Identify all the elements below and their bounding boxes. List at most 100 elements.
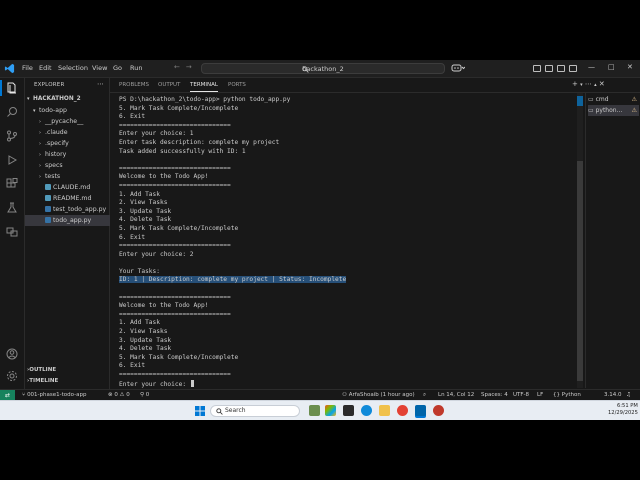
- terminal-line-text: ==============================: [119, 164, 231, 172]
- tree-item[interactable]: › .specify: [25, 138, 123, 149]
- tree-item-label: README.md: [53, 195, 92, 202]
- vscode-taskbar-icon[interactable]: [415, 405, 426, 416]
- terminal-line: 3. Update Task: [119, 208, 577, 217]
- app-icon[interactable]: [433, 405, 444, 416]
- menu-edit[interactable]: Edit: [39, 64, 52, 72]
- tree-item[interactable]: README.md: [25, 193, 123, 204]
- tree-item-label: .claude: [45, 129, 68, 136]
- task-view-icon[interactable]: [309, 405, 320, 416]
- copilot-app-icon[interactable]: [325, 405, 336, 416]
- explorer-icon[interactable]: [6, 82, 18, 94]
- close-button[interactable]: ✕: [627, 63, 633, 71]
- terminal-line: Welcome to the Todo App!: [119, 173, 577, 182]
- tree-item[interactable]: todo_app.py: [25, 215, 123, 226]
- blame-label: ArfaShoaib (1 hour ago): [348, 392, 415, 398]
- python-file-icon: [45, 206, 51, 212]
- account-icon[interactable]: [6, 348, 18, 360]
- dropdown-icon[interactable]: ▾: [580, 82, 583, 88]
- braces-icon: {}: [553, 392, 560, 398]
- markdown-file-icon: [45, 184, 51, 190]
- terminal-line-text: 5. Mark Task Complete/Incomplete: [119, 224, 239, 232]
- scrollbar-thumb[interactable]: [577, 161, 583, 381]
- terminal-line: ==============================: [119, 294, 577, 303]
- timeline-label: TIMELINE: [29, 378, 59, 384]
- tree-item[interactable]: › specs: [25, 160, 123, 171]
- terminal-line-text: 4. Delete Task: [119, 345, 172, 353]
- tree-item-label: todo-app: [39, 107, 67, 114]
- edge-icon[interactable]: [361, 405, 372, 416]
- tab-problems[interactable]: PROBLEMS: [119, 82, 149, 88]
- settings-gear-icon[interactable]: [6, 370, 18, 382]
- tree-item[interactable]: ▾ todo-app: [25, 105, 117, 116]
- menu-view[interactable]: View: [92, 64, 107, 72]
- menu-go[interactable]: Go: [113, 64, 122, 72]
- copilot-icon[interactable]: [451, 63, 465, 73]
- terminal-line: 5. Mark Task Complete/Incomplete: [119, 105, 577, 114]
- terminal-line: 5. Mark Task Complete/Incomplete: [119, 225, 577, 234]
- terminal-line: ==============================: [119, 182, 577, 191]
- maximize-button[interactable]: □: [608, 63, 615, 71]
- remote-explorer-icon[interactable]: [6, 226, 18, 238]
- terminal-line-text: ==============================: [119, 293, 231, 301]
- terminal-line: ==============================: [119, 122, 577, 131]
- extensions-icon[interactable]: [6, 178, 18, 190]
- outline-section[interactable]: ›OUTLINE: [25, 365, 111, 376]
- source-control-icon[interactable]: [6, 130, 18, 142]
- terminal-line-text: PS D:\hackathon_2\todo-app> python todo_…: [119, 96, 291, 103]
- more-actions-icon[interactable]: ⋯: [585, 80, 592, 88]
- terminal-line-text: 4. Delete Task: [119, 216, 172, 224]
- minimize-button[interactable]: —: [588, 63, 595, 71]
- terminal-output[interactable]: PS D:\hackathon_2\todo-app> python todo_…: [119, 96, 577, 388]
- workspace-root[interactable]: ▾ HACKATHON_2: [25, 94, 111, 105]
- tree-item[interactable]: CLAUDE.md: [25, 182, 123, 193]
- toggle-panel-icon[interactable]: [545, 65, 553, 72]
- back-arrow-icon[interactable]: ←: [174, 63, 186, 71]
- toggle-sidebar-icon[interactable]: [533, 65, 541, 72]
- terminal-item-python[interactable]: ▭ python... ⚠: [588, 105, 639, 116]
- testing-icon[interactable]: [6, 202, 18, 214]
- new-terminal-icon[interactable]: +: [572, 80, 578, 88]
- windows-start-icon[interactable]: [195, 406, 205, 416]
- terminal-line: 6. Exit: [119, 362, 577, 371]
- forward-arrow-icon[interactable]: →: [186, 63, 198, 71]
- more-actions-icon[interactable]: ⋯: [97, 80, 104, 88]
- nav-arrows: ←→: [174, 63, 198, 71]
- menu-file[interactable]: File: [22, 64, 33, 72]
- terminal-line: 6. Exit: [119, 234, 577, 243]
- toggle-secondary-sidebar-icon[interactable]: [557, 65, 565, 72]
- menu-run[interactable]: Run: [130, 64, 142, 72]
- menu-selection[interactable]: Selection: [58, 64, 88, 72]
- close-panel-icon[interactable]: ✕: [599, 80, 605, 88]
- maximize-panel-icon[interactable]: ▴: [594, 82, 597, 88]
- tab-ports[interactable]: PORTS: [228, 82, 246, 88]
- terminal-line-text: 1. Add Task: [119, 190, 160, 198]
- search-icon[interactable]: [6, 106, 18, 118]
- app-icon[interactable]: [343, 405, 354, 416]
- explorer-header: EXPLORER: [34, 82, 65, 88]
- terminal-scrollbar[interactable]: [577, 93, 583, 388]
- tab-terminal[interactable]: TERMINAL: [190, 82, 218, 92]
- terminal-item-cmd[interactable]: ▭ cmd ⚠: [588, 94, 639, 105]
- tree-item-label: test_todo_app.py: [53, 206, 107, 213]
- tree-item[interactable]: › tests: [25, 171, 123, 182]
- tree-item[interactable]: › .claude: [25, 127, 123, 138]
- tree-item[interactable]: test_todo_app.py: [25, 204, 123, 215]
- command-center-search[interactable]: hackathon_2: [201, 63, 445, 74]
- timeline-section[interactable]: ›TIMELINE: [25, 376, 111, 387]
- tree-item[interactable]: › history: [25, 149, 123, 160]
- system-clock[interactable]: 6:51 PM 12/29/2025: [608, 403, 638, 417]
- panel-actions: + ▾ ⋯ ▴ ✕: [572, 80, 605, 88]
- run-debug-icon[interactable]: [6, 154, 18, 166]
- chrome-icon[interactable]: [397, 405, 408, 416]
- file-explorer-icon[interactable]: [379, 405, 390, 416]
- customize-layout-icon[interactable]: [569, 65, 577, 72]
- taskbar-search[interactable]: Search: [210, 405, 300, 417]
- terminal-line: 2. View Tasks: [119, 328, 577, 337]
- ports-label: 0: [145, 392, 150, 398]
- terminal-line: 4. Delete Task: [119, 216, 577, 225]
- tree-item-label: todo_app.py: [53, 217, 92, 224]
- tab-output[interactable]: OUTPUT: [158, 82, 180, 88]
- vscode-window: File Edit Selection View Go Run ←→ hacka…: [0, 60, 640, 420]
- tree-item[interactable]: › __pycache__: [25, 116, 123, 127]
